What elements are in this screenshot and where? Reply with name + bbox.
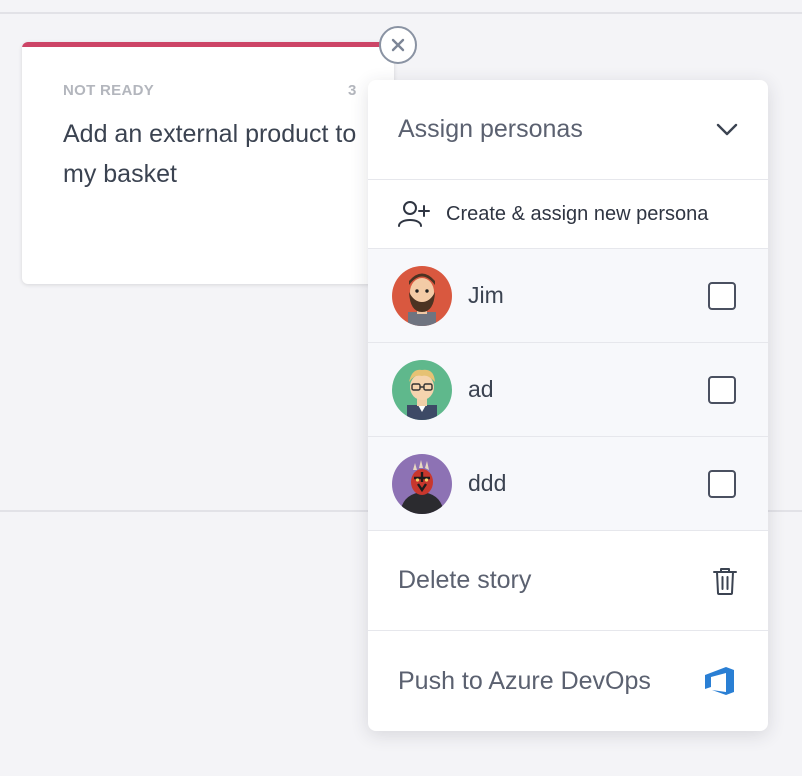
persona-name: ddd <box>468 470 507 496</box>
persona-checkbox[interactable] <box>708 281 736 310</box>
assign-personas-dropdown[interactable]: Assign personas <box>368 80 768 180</box>
persona-item-ad[interactable]: ad <box>368 343 768 437</box>
push-azure-label: Push to Azure DevOps <box>398 666 651 695</box>
push-azure-devops-button[interactable]: Push to Azure DevOps <box>368 631 768 731</box>
status-bar <box>22 42 394 47</box>
glasses-man-avatar <box>392 359 452 420</box>
top-divider <box>0 12 802 14</box>
story-title: Add an external product to my basket <box>63 120 357 188</box>
story-status: NOT READY <box>63 82 155 99</box>
delete-story-label: Delete story <box>398 566 532 594</box>
assign-personas-label: Assign personas <box>398 115 583 143</box>
delete-story-button[interactable]: Delete story <box>368 531 768 631</box>
add-user-icon <box>398 201 430 227</box>
chevron-down-icon <box>716 123 738 135</box>
close-button[interactable] <box>379 26 417 64</box>
persona-item-jim[interactable]: Jim <box>368 249 768 343</box>
persona-name: Jim <box>468 282 504 308</box>
persona-name: ad <box>468 376 494 402</box>
sith-avatar <box>392 453 452 514</box>
persona-item-ddd[interactable]: ddd <box>368 437 768 531</box>
close-icon <box>391 38 405 52</box>
azure-devops-icon <box>705 667 734 695</box>
create-persona-label: Create & assign new persona <box>446 202 709 225</box>
create-persona-button[interactable]: Create & assign new persona <box>368 180 768 249</box>
story-points: 3 <box>348 82 357 99</box>
bearded-man-avatar <box>392 265 452 326</box>
trash-icon <box>713 567 737 595</box>
story-menu: Assign personas Create & assign new pers… <box>368 80 768 731</box>
persona-checkbox[interactable] <box>708 469 736 498</box>
persona-checkbox[interactable] <box>708 375 736 404</box>
story-card[interactable]: NOT READY 3 Add an external product to m… <box>22 42 394 284</box>
